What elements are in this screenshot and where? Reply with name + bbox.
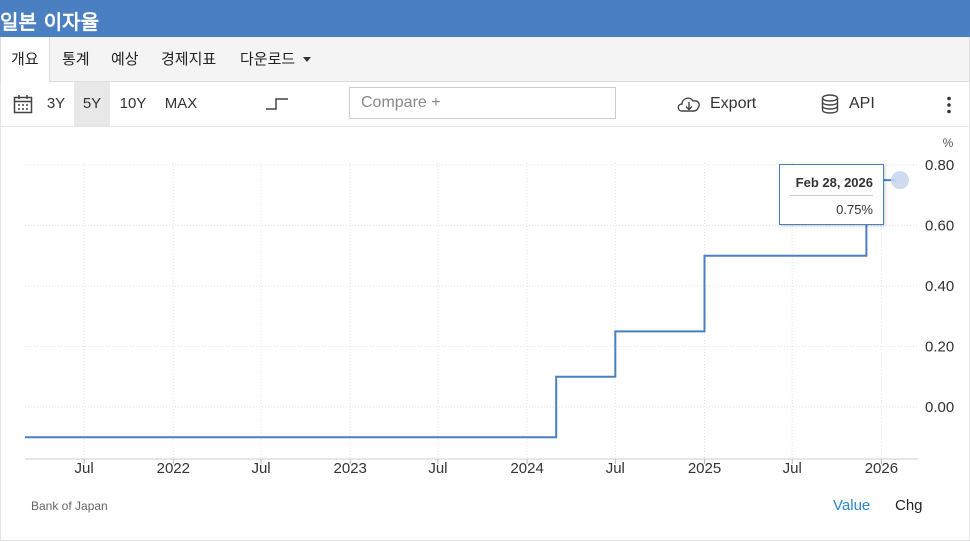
export-label: Export: [710, 95, 757, 112]
more-options-button[interactable]: [939, 82, 959, 126]
chart-toolbar: 3Y 5Y 10Y MAX Export API: [0, 82, 970, 127]
tab-download[interactable]: 다운로드: [240, 37, 312, 81]
export-button[interactable]: Export: [676, 82, 760, 126]
compare-input[interactable]: [349, 87, 616, 119]
tab-download-label: 다운로드: [240, 50, 296, 68]
range-5y-button[interactable]: 5Y: [74, 82, 110, 126]
value-toggle[interactable]: Value: [833, 497, 870, 514]
chart-type-button[interactable]: [265, 82, 291, 126]
tab-statistics[interactable]: 통계: [62, 37, 90, 81]
tooltip-date: Feb 28, 2026: [795, 175, 873, 190]
source-label: Bank of Japan: [31, 499, 108, 513]
range-max-button[interactable]: MAX: [157, 82, 205, 126]
tab-indicators[interactable]: 경제지표: [161, 37, 216, 81]
tooltip-divider: [789, 195, 873, 196]
tab-forecast[interactable]: 예상: [111, 37, 139, 81]
more-vert-icon: [947, 96, 951, 114]
step-line-icon: [266, 98, 288, 110]
data-tooltip: Feb 28, 2026 0.75%: [779, 164, 884, 225]
api-button[interactable]: API: [821, 82, 881, 126]
range-3y-button[interactable]: 3Y: [39, 82, 73, 126]
title-bar: 일본 이자율: [0, 0, 970, 37]
tooltip-value: 0.75%: [836, 202, 873, 217]
cloud-download-icon: [677, 97, 700, 112]
caret-down-icon: [303, 57, 312, 62]
tab-overview[interactable]: 개요: [1, 37, 50, 82]
change-toggle[interactable]: Chg: [895, 497, 923, 514]
page-title: 일본 이자율: [0, 10, 99, 34]
range-10y-button[interactable]: 10Y: [113, 82, 153, 126]
calendar-button[interactable]: [13, 82, 35, 126]
database-icon: [821, 94, 839, 114]
tab-bar: 개요 통계 예상 경제지표 다운로드: [0, 37, 970, 82]
calendar-icon: [13, 95, 33, 114]
api-label: API: [849, 95, 875, 112]
